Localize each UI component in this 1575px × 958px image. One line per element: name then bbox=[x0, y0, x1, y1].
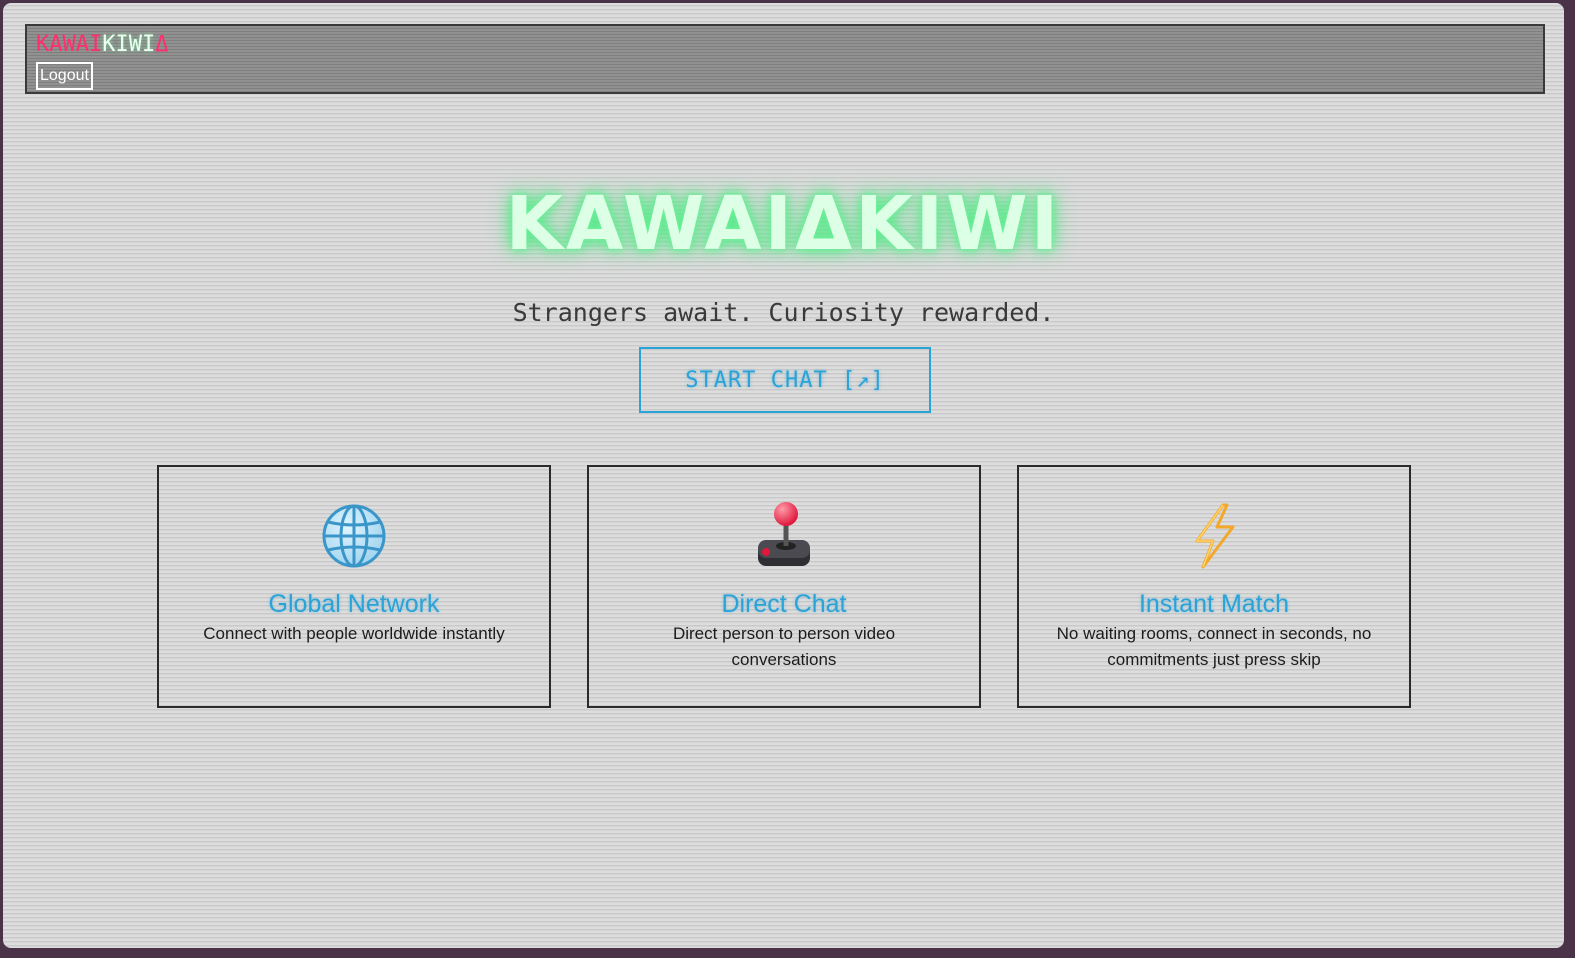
top-navbar: KAWAIKIWIΔ Logout bbox=[25, 24, 1545, 94]
feature-title: Direct Chat bbox=[721, 590, 847, 618]
feature-card-instant-match: Instant Match No waiting rooms, connect … bbox=[1017, 465, 1411, 708]
feature-title: Instant Match bbox=[1138, 590, 1290, 618]
nav-logo-delta: Δ bbox=[155, 32, 169, 57]
app-window: KAWAIKIWIΔ Logout KAWAIΔKIWI Strangers a… bbox=[3, 3, 1564, 948]
start-chat-button[interactable]: START CHAT [↗] bbox=[639, 347, 931, 413]
feature-title: Global Network bbox=[268, 590, 440, 618]
logout-button[interactable]: Logout bbox=[36, 62, 93, 90]
lightning-icon bbox=[1019, 501, 1409, 571]
joystick-icon bbox=[589, 501, 979, 571]
hero-title: KAWAIΔKIWI bbox=[505, 181, 1062, 267]
feature-description: Connect with people worldwide instantly bbox=[203, 624, 505, 643]
nav-logo-kawai: KAWAI bbox=[36, 32, 103, 57]
hero-subtitle: Strangers await. Curiosity rewarded. bbox=[512, 298, 1055, 327]
feature-card-direct-chat: Direct Chat Direct person to person vide… bbox=[587, 465, 981, 708]
feature-description: Direct person to person video conversati… bbox=[672, 624, 896, 669]
feature-description: No waiting rooms, connect in seconds, no… bbox=[1056, 624, 1372, 669]
feature-card-global-network: Global Network Connect with people world… bbox=[157, 465, 551, 708]
nav-logo[interactable]: KAWAIKIWIΔ bbox=[36, 32, 168, 58]
nav-logo-kiwi: KIWI bbox=[102, 32, 156, 57]
globe-icon bbox=[159, 501, 549, 571]
